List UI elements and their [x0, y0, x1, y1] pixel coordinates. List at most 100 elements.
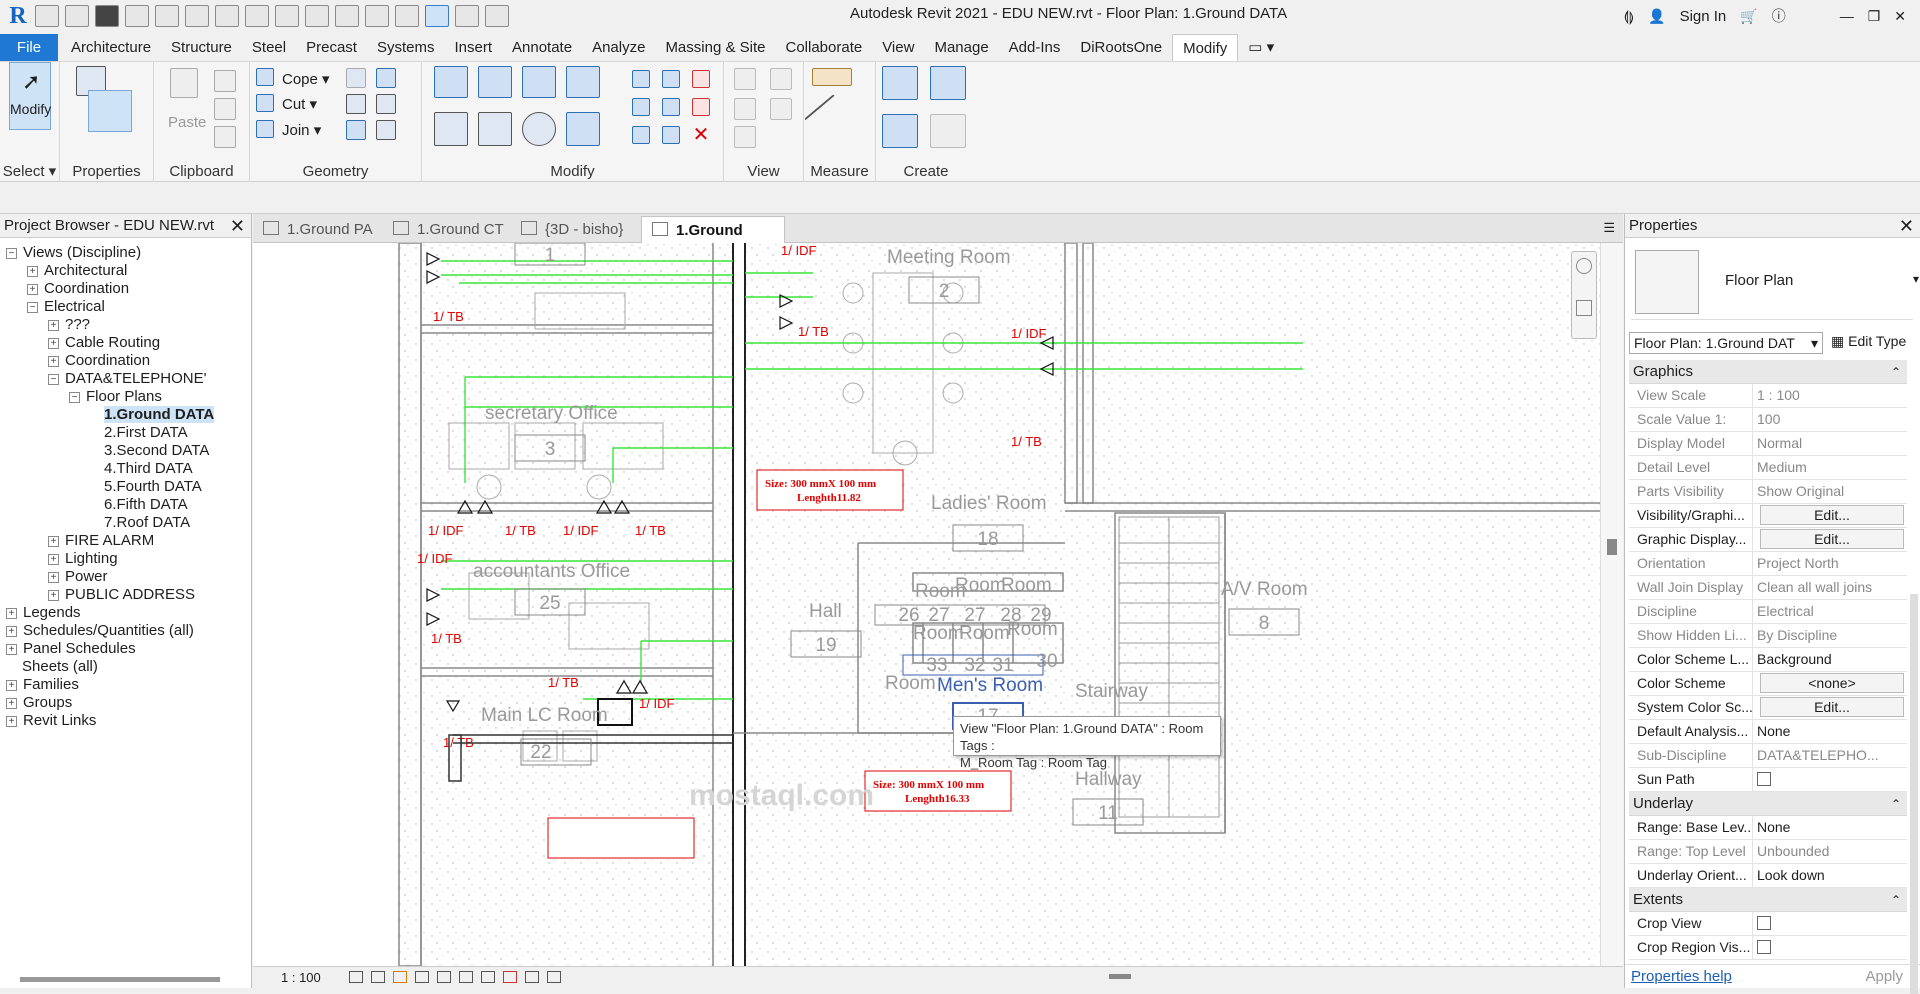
- expand-toggle-icon[interactable]: −: [69, 391, 80, 403]
- contextual-tab-toggle-icon[interactable]: ▭ ▾: [1238, 34, 1284, 61]
- ribbon-tab-steel[interactable]: Steel: [242, 34, 296, 61]
- expand-toggle-icon[interactable]: +: [6, 715, 17, 727]
- browser-item[interactable]: − DATA&TELEPHONE': [48, 370, 207, 388]
- ribbon-tab-modify[interactable]: Modify: [1172, 34, 1239, 61]
- expand-toggle-icon[interactable]: +: [6, 625, 17, 637]
- browser-item[interactable]: Sheets (all): [6, 658, 98, 676]
- expand-toggle-icon[interactable]: +: [48, 355, 59, 367]
- ribbon-tab-insert[interactable]: Insert: [444, 34, 502, 61]
- switch-windows-icon[interactable]: [485, 5, 509, 27]
- eraser-icon[interactable]: [734, 126, 756, 148]
- expand-toggle-icon[interactable]: +: [6, 679, 17, 691]
- copy-element-icon[interactable]: [478, 112, 512, 146]
- home-icon[interactable]: [35, 5, 59, 27]
- measure-along-icon[interactable]: [804, 94, 858, 148]
- collapse-icon[interactable]: ⌃: [1891, 360, 1901, 384]
- view-scale[interactable]: 1 : 100: [281, 970, 321, 985]
- create-assembly-icon[interactable]: [882, 66, 918, 100]
- match-type-icon[interactable]: [214, 126, 236, 148]
- browser-item[interactable]: + Lighting: [48, 550, 118, 568]
- cut-geometry-icon[interactable]: [256, 94, 274, 112]
- close-icon[interactable]: ✕: [1894, 8, 1906, 25]
- modify-button[interactable]: ➚ Modify: [9, 62, 51, 130]
- browser-item[interactable]: + PUBLIC ADDRESS: [48, 586, 195, 604]
- expand-toggle-icon[interactable]: −: [6, 247, 17, 259]
- browser-item[interactable]: + Schedules/Quantities (all): [6, 622, 194, 640]
- measure-icon[interactable]: [245, 5, 269, 27]
- similar-icon[interactable]: [930, 114, 966, 148]
- collapse-icon[interactable]: ⌃: [1891, 792, 1901, 816]
- browser-item[interactable]: +???: [48, 316, 90, 334]
- ribbon-tab-architecture[interactable]: Architecture: [61, 34, 161, 61]
- ribbon-tab-manage[interactable]: Manage: [924, 34, 998, 61]
- scroll-thumb[interactable]: [1607, 539, 1617, 555]
- 3d-view-icon[interactable]: [365, 5, 389, 27]
- text-icon[interactable]: [335, 5, 359, 27]
- property-value[interactable]: None: [1753, 720, 1907, 743]
- visual-style-icon[interactable]: [371, 971, 385, 983]
- ribbon-tab-view[interactable]: View: [872, 34, 924, 61]
- cable-tray-size-label-2[interactable]: Size: 300 mmX 100 mm Lenghth16.33: [864, 770, 1012, 812]
- reveal-hidden-icon[interactable]: [525, 971, 539, 983]
- mirror-pick-axis-icon[interactable]: [522, 66, 556, 98]
- type-selector[interactable]: Floor Plan ▾: [1631, 244, 1919, 320]
- scale-icon[interactable]: [662, 98, 680, 116]
- property-value[interactable]: [1753, 936, 1907, 959]
- crop-view-icon[interactable]: [437, 971, 451, 983]
- offset-icon[interactable]: [478, 66, 512, 98]
- join-button[interactable]: Join ▾: [282, 121, 321, 139]
- property-value[interactable]: [1753, 912, 1907, 935]
- show-crop-icon[interactable]: [459, 971, 473, 983]
- array-icon[interactable]: [632, 98, 650, 116]
- search-binoculars-icon[interactable]: ⟬⟭: [1624, 8, 1634, 25]
- print-icon[interactable]: [215, 5, 239, 27]
- mirror-draw-axis-icon[interactable]: [566, 66, 600, 98]
- floor-plan-canvas[interactable]: 1/ IDF 1/ TB 1/ TB 1/ IDF 1/ TB 1/ IDF 1…: [253, 243, 1600, 966]
- expand-toggle-icon[interactable]: +: [48, 319, 59, 331]
- cut-button[interactable]: Cut ▾: [282, 95, 317, 113]
- property-value[interactable]: [1753, 768, 1907, 791]
- close-icon[interactable]: ✕: [230, 214, 245, 238]
- analytical-model-icon[interactable]: [547, 971, 561, 983]
- panel-label-select[interactable]: Select ▾: [0, 162, 59, 180]
- browser-item[interactable]: 7.Roof DATA: [90, 514, 190, 532]
- property-edit-button[interactable]: Edit...: [1760, 529, 1904, 549]
- split-element-icon[interactable]: [632, 70, 650, 88]
- section-icon[interactable]: [395, 5, 419, 27]
- trim-multiple-icon[interactable]: [662, 126, 680, 144]
- trim-extend-icon[interactable]: [566, 112, 600, 146]
- view-tab[interactable]: 1.Ground CT: [383, 216, 507, 243]
- property-value[interactable]: Look down: [1753, 864, 1907, 887]
- ribbon-tab-analyze[interactable]: Analyze: [582, 34, 655, 61]
- horizontal-scroll-thumb[interactable]: [1109, 974, 1131, 979]
- horizontal-scrollbar[interactable]: [20, 977, 220, 982]
- paint-icon[interactable]: [346, 94, 366, 114]
- browser-item[interactable]: + Legends: [6, 604, 81, 622]
- override-graphics-icon[interactable]: [770, 68, 792, 90]
- browser-item[interactable]: + Families: [6, 676, 79, 694]
- ribbon-tab-structure[interactable]: Structure: [161, 34, 242, 61]
- expand-toggle-icon[interactable]: +: [48, 535, 59, 547]
- ribbon-tab-add-ins[interactable]: Add-Ins: [999, 34, 1071, 61]
- browser-item[interactable]: + Coordination: [27, 280, 129, 298]
- revit-logo-icon[interactable]: R: [4, 3, 32, 29]
- property-group-header[interactable]: Extents ⌃: [1629, 888, 1907, 912]
- browser-item[interactable]: 4.Third DATA: [90, 460, 193, 478]
- browser-item[interactable]: 6.Fifth DATA: [90, 496, 188, 514]
- browser-item[interactable]: − Views (Discipline): [6, 244, 141, 262]
- view-tab[interactable]: 1.Ground PA: [253, 216, 379, 243]
- dimension-icon[interactable]: [275, 5, 299, 27]
- property-group-header[interactable]: Graphics ⌃: [1629, 360, 1907, 384]
- ribbon-tab-file[interactable]: File: [0, 34, 58, 61]
- copy-icon[interactable]: [214, 98, 236, 120]
- property-edit-button[interactable]: Edit...: [1760, 697, 1904, 717]
- expand-toggle-icon[interactable]: +: [48, 553, 59, 565]
- expand-toggle-icon[interactable]: −: [27, 301, 38, 313]
- cable-tray-size-label-3[interactable]: [547, 817, 695, 859]
- create-group-icon[interactable]: [930, 66, 966, 100]
- expand-toggle-icon[interactable]: +: [48, 337, 59, 349]
- properties-help-link[interactable]: Properties help: [1631, 968, 1732, 985]
- delete-icon[interactable]: ✕: [692, 125, 710, 145]
- expand-toggle-icon[interactable]: +: [27, 265, 38, 277]
- type-dropdown-icon[interactable]: ▾: [1913, 272, 1919, 286]
